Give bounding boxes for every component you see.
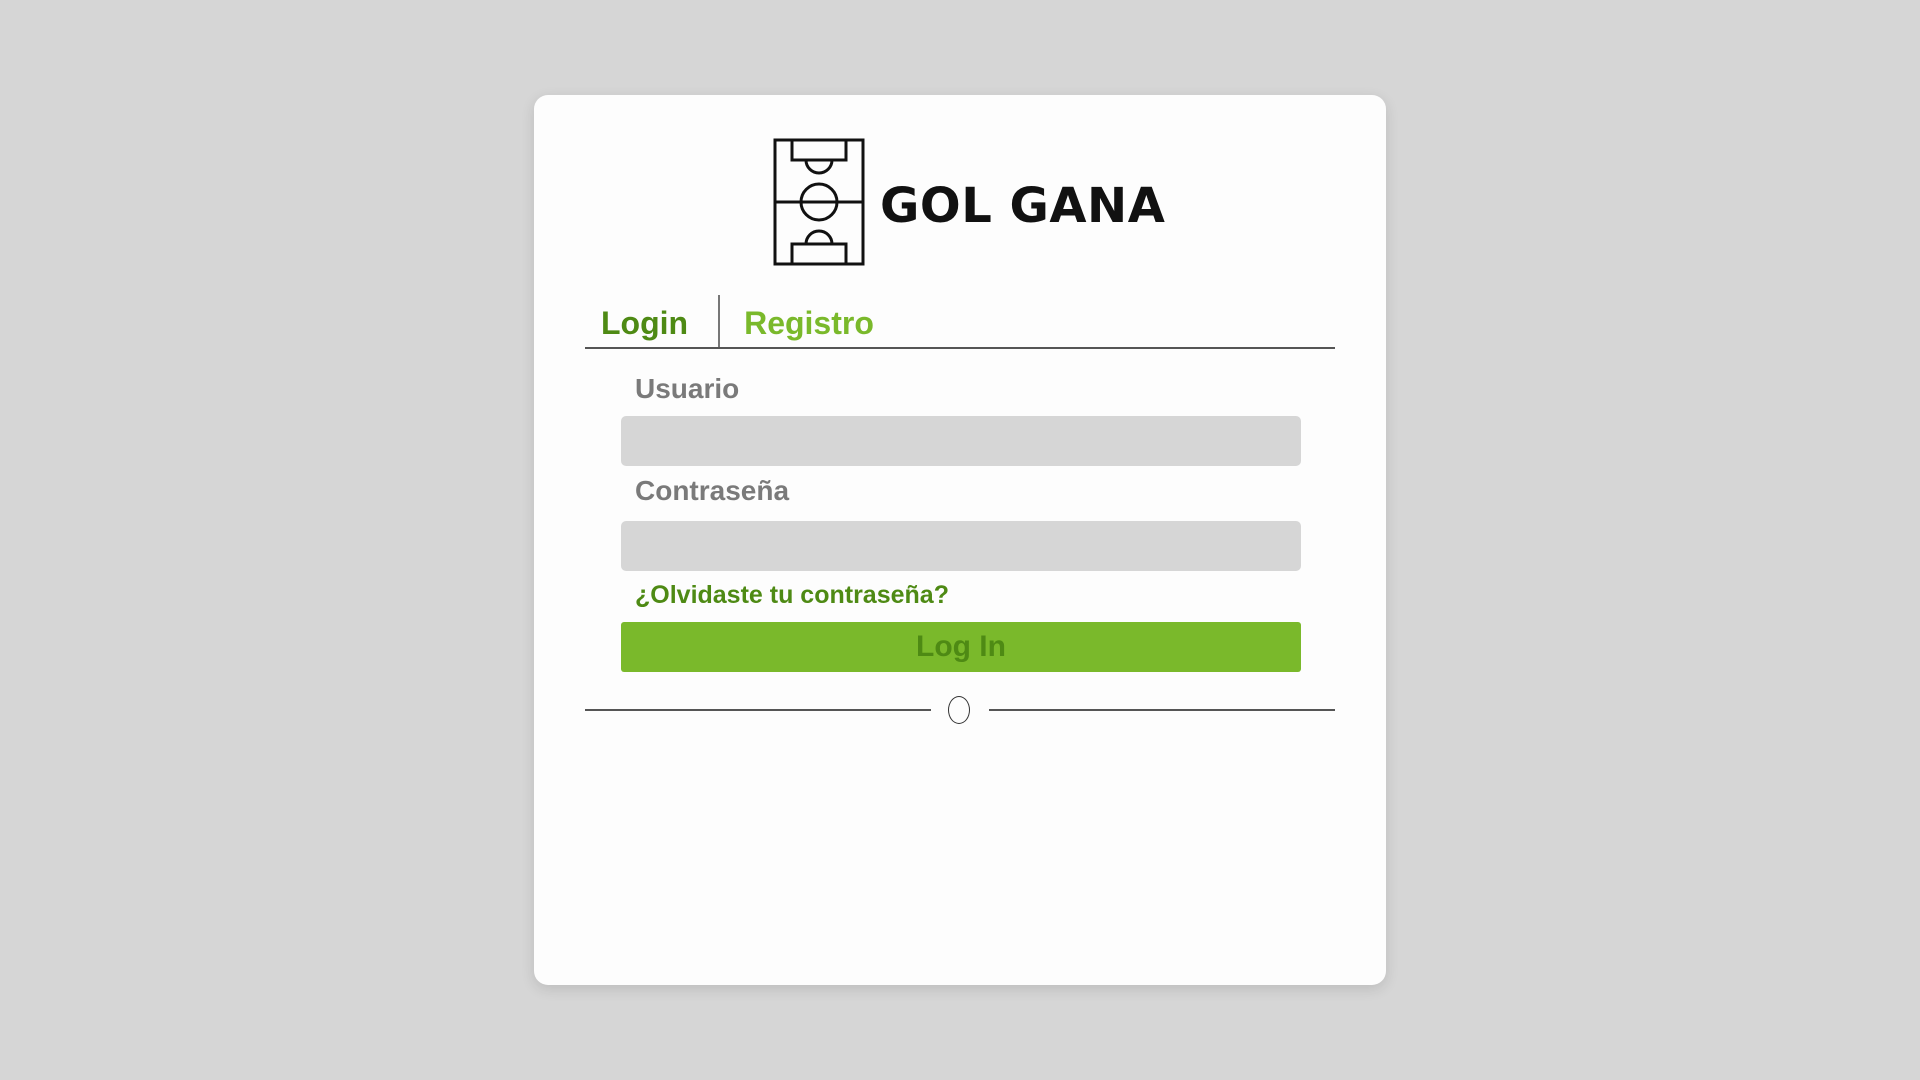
password-label: Contraseña xyxy=(635,475,790,506)
login-button[interactable]: Log In xyxy=(621,622,1301,672)
brand-logo: GOL GANA xyxy=(772,137,1165,267)
username-label: Usuario xyxy=(635,373,740,404)
auth-tabs: Login Registro xyxy=(585,295,1335,349)
password-input[interactable] xyxy=(621,521,1301,571)
username-input[interactable] xyxy=(621,416,1301,466)
tab-separator xyxy=(718,295,721,347)
tab-registro[interactable]: Registro xyxy=(728,305,890,347)
soccer-field-icon xyxy=(773,138,865,266)
divider-line-right xyxy=(989,709,1335,711)
login-card: GOL GANA Login Registro Usuario Contrase… xyxy=(534,95,1386,985)
brand-name: GOL GANA xyxy=(880,178,1166,234)
forgot-password-link[interactable]: ¿Olvidaste tu contraseña? xyxy=(635,581,949,610)
circle-icon xyxy=(948,696,970,724)
divider-line-left xyxy=(585,709,931,711)
tab-login[interactable]: Login xyxy=(585,305,704,347)
